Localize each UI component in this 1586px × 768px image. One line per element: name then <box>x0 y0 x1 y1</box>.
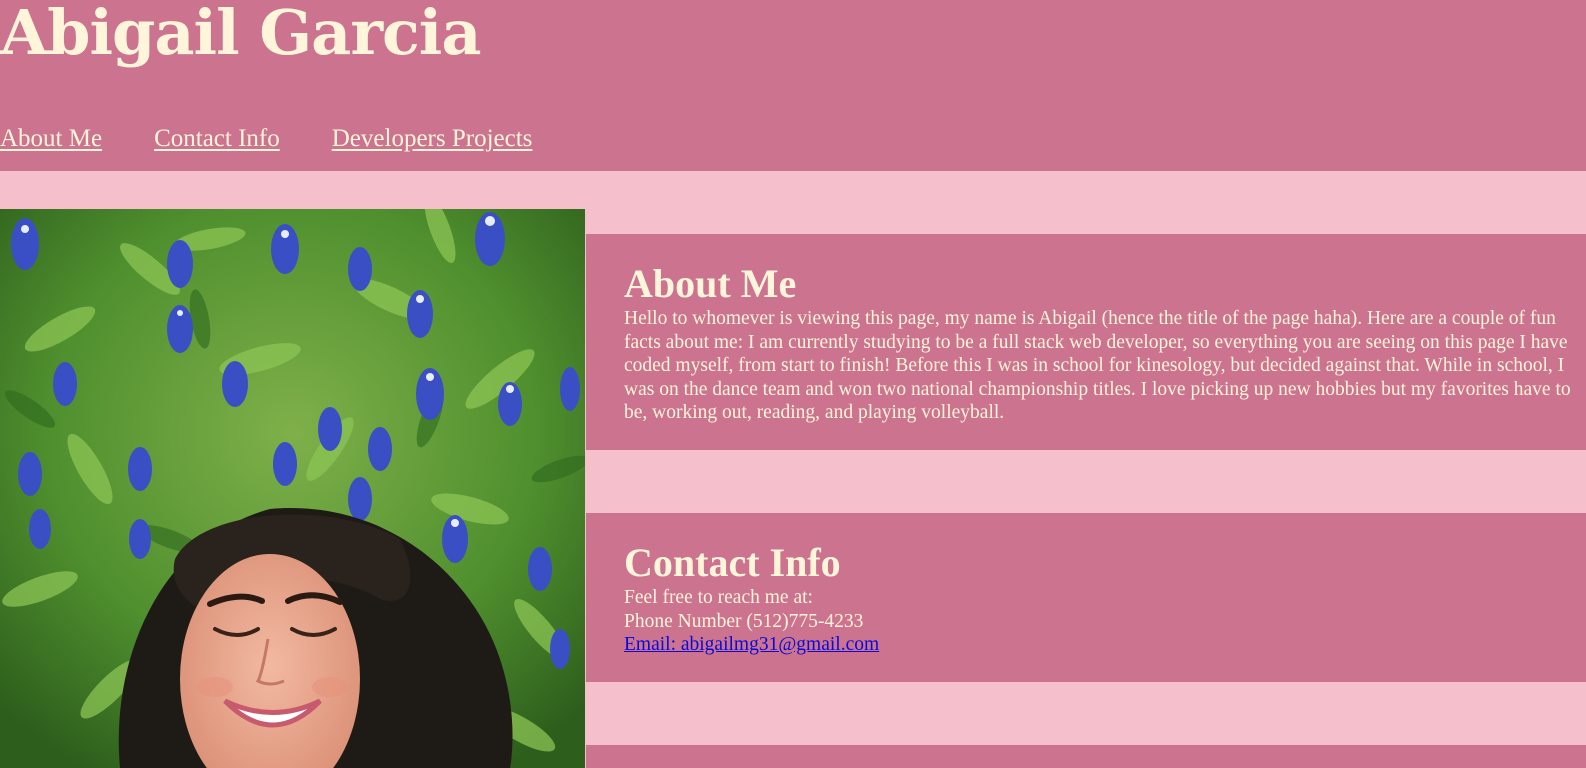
nav-link-about-me[interactable]: About Me <box>0 125 102 153</box>
nav-link-developers-projects[interactable]: Developers Projects <box>332 125 533 153</box>
nav-link-contact-info[interactable]: Contact Info <box>154 125 280 153</box>
profile-photo <box>0 209 585 768</box>
next-section <box>586 745 1586 768</box>
site-title: Abigail Garcia <box>0 0 481 69</box>
main-nav: About Me Contact Info Developers Project… <box>0 122 584 156</box>
phone-number: Phone Number (512)775-4233 <box>624 610 864 632</box>
contact-info-heading: Contact Info <box>624 540 841 585</box>
about-me-heading: About Me <box>624 261 797 306</box>
site-header: Abigail Garcia About Me Contact Info Dev… <box>0 0 1586 171</box>
contact-intro: Feel free to reach me at: <box>624 587 813 608</box>
about-me-section: About Me Hello to whomever is viewing th… <box>586 234 1586 450</box>
about-me-text: Hello to whomever is viewing this page, … <box>624 308 1571 423</box>
email-link[interactable]: Email: abigailmg31@gmail.com <box>624 634 879 655</box>
contact-info-section: Contact Info Feel free to reach me at: P… <box>586 513 1586 682</box>
